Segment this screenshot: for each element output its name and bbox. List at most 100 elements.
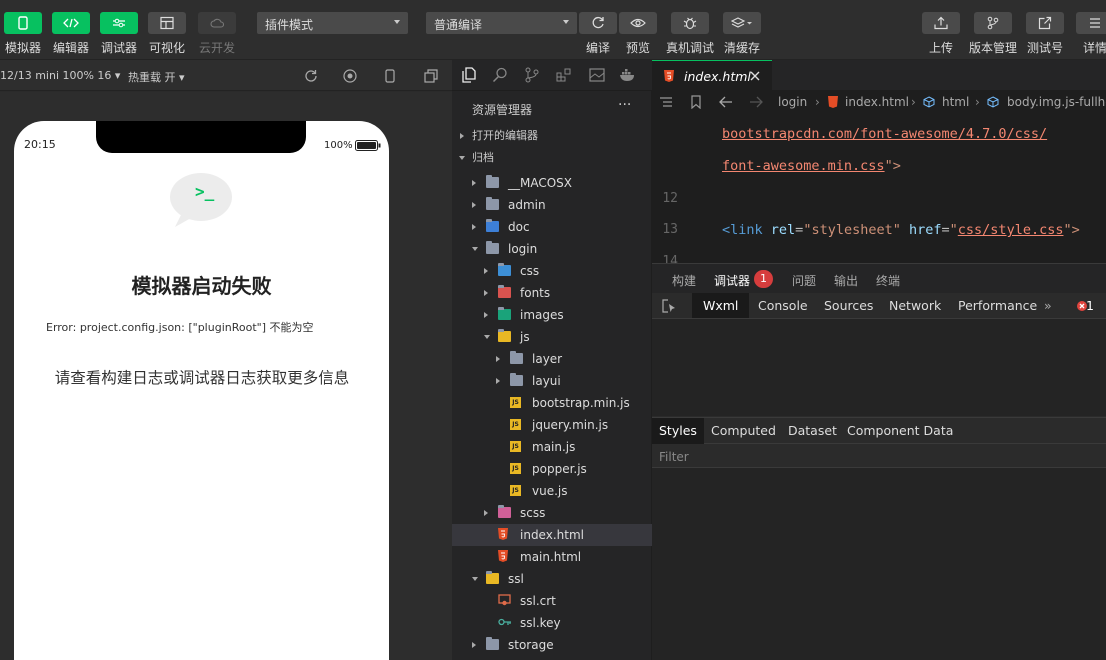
tree-item[interactable]: storage: [452, 634, 652, 656]
tab-dataset[interactable]: Dataset: [781, 418, 844, 444]
tree-item[interactable]: index.html: [452, 524, 652, 546]
editor-toggle[interactable]: 编辑器: [46, 0, 96, 56]
tree-item[interactable]: ssl: [452, 568, 652, 590]
tree-item[interactable]: main.html: [452, 546, 652, 568]
js-file-icon: JS: [510, 441, 521, 452]
chevron-down-icon: [563, 20, 569, 24]
detach-window-icon[interactable]: [424, 69, 438, 83]
files-icon[interactable]: [461, 67, 477, 83]
docker-icon[interactable]: [619, 67, 637, 83]
cloud-dev-label: 云开发: [198, 41, 235, 55]
cloud-dev-button[interactable]: 云开发: [192, 0, 242, 56]
tree-item[interactable]: login: [452, 238, 652, 260]
tab-component-data[interactable]: Component Data: [840, 418, 960, 444]
code-editor[interactable]: bootstrapcdn.com/font-awesome/4.7.0/css/…: [652, 113, 1106, 263]
breadcrumb-item[interactable]: login: [778, 95, 807, 109]
bookmark-icon[interactable]: [690, 95, 702, 109]
tree-item[interactable]: images: [452, 304, 652, 326]
styles-filter-input[interactable]: Filter: [652, 444, 1106, 468]
tree-item[interactable]: js: [452, 326, 652, 348]
tree-item[interactable]: JS jquery.min.js: [452, 414, 652, 436]
tab-output[interactable]: 输出: [834, 272, 858, 289]
tree-item[interactable]: JS vue.js: [452, 480, 652, 502]
tree-item-label: doc: [508, 220, 530, 234]
tree-item[interactable]: scss: [452, 502, 652, 524]
explorer-panel: 资源管理器 ··· 打开的编辑器 归档 __MACOSX admin doc logi…: [452, 91, 652, 660]
tab-network[interactable]: Network: [878, 293, 952, 318]
error-count[interactable]: 1: [1082, 293, 1098, 318]
error-face-icon: >_: [169, 173, 234, 228]
tree-item[interactable]: fonts: [452, 282, 652, 304]
breadcrumb-item[interactable]: body.img.js-fullhe: [1007, 95, 1106, 109]
details-button[interactable]: 详情: [1070, 0, 1106, 56]
tab-styles[interactable]: Styles: [652, 418, 704, 444]
tree-item[interactable]: layui: [452, 370, 652, 392]
simulator-label: 模拟器: [4, 41, 41, 55]
device-select[interactable]: 12/13 mini 100% 16 ▾: [0, 69, 120, 82]
key-icon: [498, 617, 511, 628]
more-tabs-button[interactable]: »: [1033, 293, 1063, 318]
root-folder-label: 归档: [472, 151, 494, 164]
tab-build[interactable]: 构建: [672, 272, 696, 289]
image-icon[interactable]: [589, 67, 605, 83]
debugger-toggle[interactable]: 调试器: [94, 0, 144, 56]
tab-wxml[interactable]: Wxml: [692, 293, 750, 318]
bug-icon: [671, 12, 709, 34]
tree-item[interactable]: layer: [452, 348, 652, 370]
menu-icon: [1076, 12, 1106, 34]
tree-item[interactable]: ssl.crt: [452, 590, 652, 612]
visual-toggle[interactable]: 可视化: [142, 0, 192, 56]
folder-scss-icon: [498, 505, 511, 518]
code-punctuation: ">: [884, 158, 901, 174]
tree-item-label: admin: [508, 198, 546, 212]
explorer-more-button[interactable]: ···: [618, 97, 631, 113]
tab-problems[interactable]: 问题: [792, 272, 816, 289]
root-folder-section[interactable]: 归档: [452, 147, 652, 169]
tab-index-html[interactable]: index.html: [652, 60, 772, 91]
breadcrumb-item[interactable]: html: [942, 95, 969, 109]
version-control-button[interactable]: 版本管理: [968, 0, 1018, 56]
tree-item[interactable]: admin: [452, 194, 652, 216]
chevron-right-icon: [496, 356, 500, 362]
tree-item-label: ssl.key: [520, 616, 561, 630]
open-editors-section[interactable]: 打开的编辑器: [452, 125, 652, 147]
search-icon[interactable]: [492, 67, 508, 83]
tab-computed[interactable]: Computed: [704, 418, 783, 444]
mode-select[interactable]: 插件模式: [257, 12, 408, 34]
tree-item[interactable]: doc: [452, 216, 652, 238]
inspect-element-icon[interactable]: [662, 299, 676, 313]
source-control-icon[interactable]: [525, 67, 539, 83]
tab-console[interactable]: Console: [747, 293, 819, 318]
outline-list-icon[interactable]: [659, 96, 673, 108]
extensions-icon[interactable]: [556, 67, 572, 83]
reload-icon[interactable]: [304, 69, 318, 83]
compile-select[interactable]: 普通编译: [426, 12, 577, 34]
tree-item[interactable]: JS bootstrap.min.js: [452, 392, 652, 414]
arrow-right-icon[interactable]: [749, 96, 763, 108]
close-icon[interactable]: [750, 71, 760, 81]
device-rotate-icon[interactable]: [385, 69, 395, 83]
real-device-debug-label: 真机调试: [665, 41, 714, 55]
breadcrumb-item[interactable]: index.html: [845, 95, 909, 109]
upload-button[interactable]: 上传: [916, 0, 966, 56]
tree-item[interactable]: __MACOSX: [452, 172, 652, 194]
stop-icon[interactable]: [343, 69, 357, 83]
tree-item[interactable]: JS popper.js: [452, 458, 652, 480]
html5-icon: [664, 70, 674, 82]
real-device-debug-button[interactable]: 真机调试: [665, 0, 715, 56]
clear-cache-button[interactable]: 清缓存: [717, 0, 767, 56]
code-line: font-awesome.min.css">: [722, 158, 901, 174]
test-account-button[interactable]: 测试号: [1020, 0, 1070, 56]
simulator-area: 20:15 100% >_ 模拟器启动失败 Error: project.con…: [0, 92, 452, 660]
preview-button[interactable]: 预览: [613, 0, 663, 56]
tab-terminal[interactable]: 终端: [876, 272, 900, 289]
hot-reload-toggle[interactable]: 热重载 开 ▾: [128, 69, 185, 85]
tab-sources[interactable]: Sources: [813, 293, 884, 318]
tab-debugger[interactable]: 调试器: [714, 272, 750, 289]
tree-item[interactable]: ssl.key: [452, 612, 652, 634]
line-number: 12: [662, 191, 678, 206]
arrow-left-icon[interactable]: [719, 96, 733, 108]
tree-item[interactable]: JS main.js: [452, 436, 652, 458]
tree-item[interactable]: css: [452, 260, 652, 282]
simulator-toggle[interactable]: 模拟器: [0, 0, 48, 56]
